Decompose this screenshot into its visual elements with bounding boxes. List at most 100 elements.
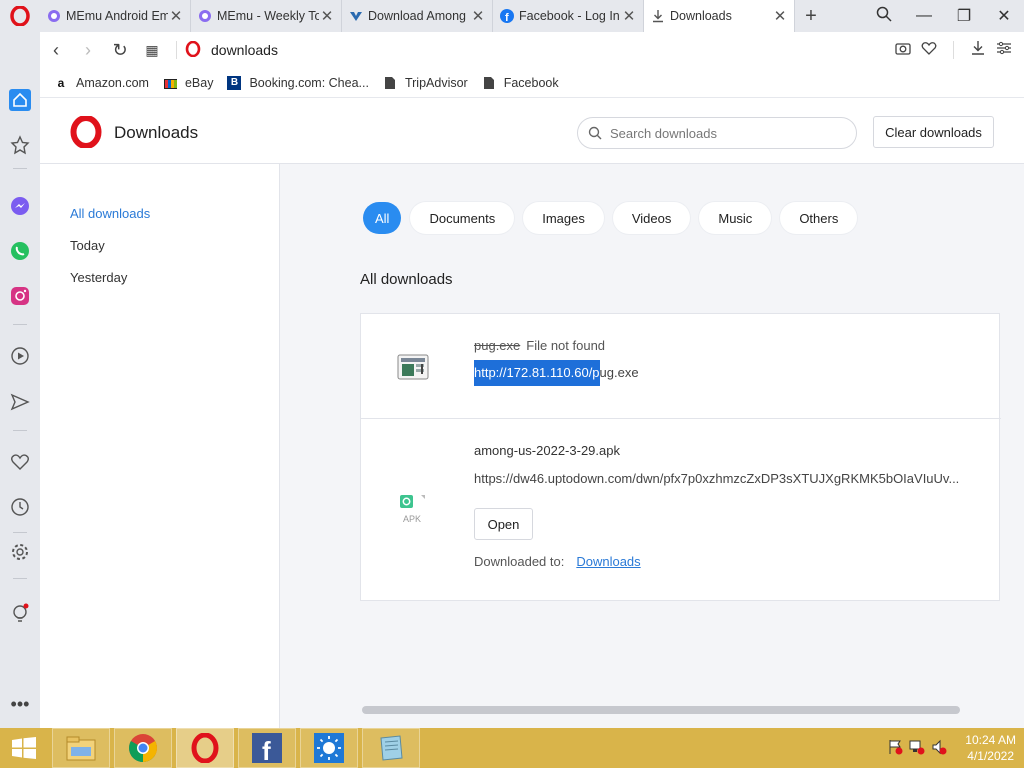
- close-icon[interactable]: ✕: [319, 7, 335, 25]
- filter-others[interactable]: Others: [780, 202, 858, 234]
- new-tab-button[interactable]: +: [795, 0, 827, 32]
- file-name[interactable]: pug.exe: [474, 338, 520, 353]
- downloads-icon[interactable]: [970, 40, 986, 60]
- file-status: File not found: [526, 338, 606, 353]
- lightbulb-icon[interactable]: [8, 602, 32, 626]
- action-center-icon[interactable]: [887, 739, 903, 758]
- download-item[interactable]: APK among-us-2022-3-29.apk https://dw46.…: [361, 419, 1001, 602]
- taskbar-facebook[interactable]: f: [238, 728, 296, 768]
- clock[interactable]: 10:24 AM 4/1/2022: [965, 732, 1016, 764]
- taskbar-file-explorer[interactable]: [52, 728, 110, 768]
- search-tabs-icon[interactable]: [864, 6, 904, 27]
- tab-grid-icon[interactable]: ▦: [136, 42, 168, 59]
- bookmark-tripadvisor[interactable]: TripAdvisor: [383, 76, 468, 90]
- bookmark-facebook[interactable]: Facebook: [482, 76, 559, 90]
- taskbar-notepad[interactable]: [362, 728, 420, 768]
- svg-text:f: f: [505, 12, 509, 23]
- url-selection: http://172.81.110.60/p: [474, 360, 600, 386]
- history-icon[interactable]: [8, 495, 32, 519]
- memu-icon: [197, 8, 213, 24]
- minimize-button[interactable]: —: [904, 7, 944, 25]
- facebook-icon: f: [252, 733, 282, 763]
- file-name[interactable]: among-us-2022-3-29.apk: [474, 443, 620, 458]
- heart-icon[interactable]: [8, 450, 32, 474]
- settings-icon[interactable]: [8, 540, 32, 564]
- nav-all-downloads[interactable]: All downloads: [70, 206, 150, 221]
- tab-title: Facebook - Log In: [519, 9, 620, 23]
- search-downloads-box[interactable]: [577, 117, 857, 149]
- download-item[interactable]: pug.exe File not found http://172.81.110.…: [361, 314, 1001, 419]
- speed-dial-icon[interactable]: [8, 133, 32, 157]
- filter-documents[interactable]: Documents: [410, 202, 515, 234]
- close-icon[interactable]: ✕: [168, 7, 184, 25]
- filter-pills: All Documents Images Videos Music Others: [363, 202, 858, 234]
- url-field[interactable]: downloads: [211, 42, 278, 58]
- horizontal-scrollbar[interactable]: [362, 706, 960, 714]
- opera-logo-icon: [10, 6, 30, 26]
- filter-images[interactable]: Images: [523, 202, 604, 234]
- downloads-header: Downloads Clear downloads: [40, 98, 1024, 164]
- file-url[interactable]: http://172.81.110.60/pug.exe: [474, 360, 639, 386]
- opera-menu-button[interactable]: [0, 0, 40, 32]
- svg-text:APK: APK: [403, 514, 421, 524]
- whatsapp-icon[interactable]: [8, 239, 32, 263]
- bookmark-ebay[interactable]: eBay: [163, 75, 214, 90]
- windows-icon: [12, 737, 36, 759]
- opera-url-icon: [185, 40, 201, 60]
- close-icon[interactable]: ✕: [621, 7, 637, 25]
- taskbar-weather[interactable]: [300, 728, 358, 768]
- bookmark-label: eBay: [184, 75, 214, 90]
- downloads-folder-link[interactable]: Downloads: [576, 554, 640, 569]
- memu-icon: [46, 8, 62, 24]
- instagram-icon[interactable]: [8, 284, 32, 308]
- exe-file-icon: [397, 354, 429, 383]
- filter-all[interactable]: All: [363, 202, 402, 234]
- close-icon[interactable]: ✕: [772, 7, 788, 25]
- opera-logo-icon: [70, 115, 102, 151]
- nav-yesterday[interactable]: Yesterday: [70, 270, 127, 285]
- tab-download-among[interactable]: Download Among ✕: [342, 0, 493, 32]
- camera-icon[interactable]: [895, 41, 911, 59]
- send-icon[interactable]: [8, 390, 32, 414]
- apk-file-icon: APK: [399, 493, 429, 530]
- back-button[interactable]: ‹: [40, 40, 72, 61]
- bookmark-amazon[interactable]: a Amazon.com: [54, 76, 149, 90]
- notepad-icon: [380, 735, 403, 761]
- bookmarks-bar: a Amazon.com eBay B Booking.com: Chea...…: [40, 68, 1024, 98]
- page-title: Downloads: [114, 123, 199, 142]
- bookmark-label: Facebook: [503, 75, 559, 90]
- download-icon: [650, 8, 666, 24]
- start-button[interactable]: [0, 728, 48, 768]
- tab-facebook[interactable]: f Facebook - Log In ✕: [493, 0, 644, 32]
- nav-today[interactable]: Today: [70, 238, 105, 253]
- bookmark-label: Amazon.com: [76, 75, 149, 90]
- easy-setup-icon[interactable]: [996, 41, 1012, 59]
- taskbar-chrome[interactable]: [114, 728, 172, 768]
- file-url[interactable]: https://dw46.uptodown.com/dwn/pfx7p0xzhm…: [474, 471, 964, 486]
- close-window-button[interactable]: ✕: [984, 6, 1024, 26]
- clock-time: 10:24 AM: [965, 733, 1016, 747]
- home-icon[interactable]: [8, 88, 32, 112]
- more-icon[interactable]: •••: [8, 692, 32, 716]
- forward-button[interactable]: ›: [72, 40, 104, 61]
- downloaded-to-label: Downloaded to:: [474, 554, 565, 569]
- filter-music[interactable]: Music: [699, 202, 772, 234]
- page-icon: [383, 76, 397, 90]
- clear-downloads-button[interactable]: Clear downloads: [873, 116, 994, 148]
- filter-videos[interactable]: Videos: [612, 202, 691, 234]
- messenger-icon[interactable]: [8, 194, 32, 218]
- tab-downloads[interactable]: Downloads ✕: [644, 0, 795, 32]
- tab-memu-android[interactable]: MEmu Android Em ✕: [40, 0, 191, 32]
- taskbar-opera[interactable]: [176, 728, 234, 768]
- open-button[interactable]: Open: [474, 508, 533, 540]
- bookmark-heart-icon[interactable]: [921, 41, 937, 59]
- close-icon[interactable]: ✕: [470, 7, 486, 25]
- player-icon[interactable]: [8, 344, 32, 368]
- tab-memu-weekly[interactable]: MEmu - Weekly To ✕: [191, 0, 342, 32]
- maximize-button[interactable]: ❐: [944, 6, 984, 26]
- network-icon[interactable]: [909, 739, 925, 758]
- search-input[interactable]: [610, 125, 840, 141]
- volume-icon[interactable]: [931, 739, 947, 758]
- reload-button[interactable]: ↻: [104, 40, 136, 61]
- bookmark-booking[interactable]: B Booking.com: Chea...: [227, 75, 369, 90]
